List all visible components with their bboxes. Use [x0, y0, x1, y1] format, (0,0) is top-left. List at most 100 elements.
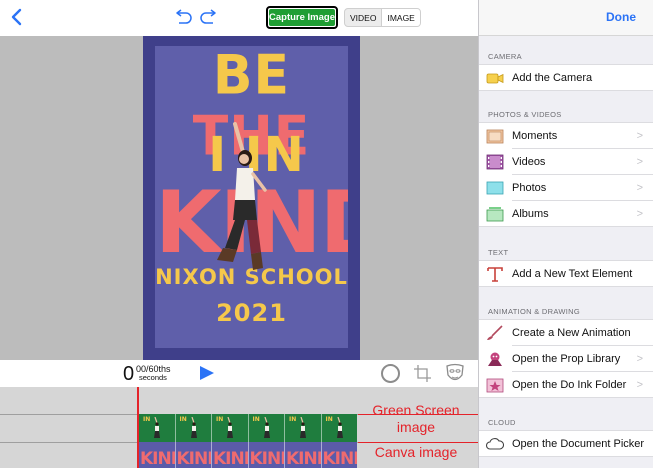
prop-library-item[interactable]: Open the Prop Library >: [479, 346, 653, 372]
mode-video-option[interactable]: VIDEO: [345, 9, 381, 26]
canva-track-frame: KIND: [249, 442, 285, 468]
frame-person: [227, 417, 233, 438]
chevron-right-icon: >: [636, 156, 643, 168]
text-icon: [487, 267, 503, 282]
brush-icon: [487, 325, 503, 340]
redo-button[interactable]: [198, 5, 220, 29]
moments-icon: [486, 129, 504, 144]
playhead[interactable]: [137, 387, 139, 468]
folder-icon: [486, 378, 504, 393]
canva-track-frame: KIND: [176, 442, 212, 468]
time-unit: seconds: [139, 373, 167, 382]
new-animation-label: Create a New Animation: [512, 327, 631, 339]
section-title-photos-videos: PHOTOS & VIDEOS: [488, 110, 562, 119]
moments-label: Moments: [512, 130, 558, 142]
canva-annotation-underline: [358, 442, 478, 443]
timeline[interactable]: IN IN IN IN IN IN KIND KIND KIND KIND KI…: [0, 387, 478, 468]
photos-item[interactable]: Photos >: [479, 175, 653, 201]
albums-item[interactable]: Albums >: [479, 201, 653, 227]
frame-text: KIND: [213, 449, 248, 468]
frame-text: KIND: [176, 449, 212, 468]
frame-person: [190, 417, 197, 438]
poster-line-5: 2021: [216, 299, 287, 327]
do-ink-folder-item[interactable]: Open the Do Ink Folder >: [479, 372, 653, 398]
mode-toggle: VIDEO IMAGE: [344, 8, 421, 27]
section-title-animation: ANIMATION & DRAWING: [488, 307, 580, 316]
frame-text: KIND: [249, 449, 285, 468]
green-screen-annotation-line1: Green Screen: [372, 402, 460, 418]
videos-label: Videos: [512, 156, 546, 168]
frame-counter: 0: [123, 363, 135, 385]
green-screen-track[interactable]: IN IN IN IN IN IN: [139, 414, 357, 442]
capture-image-button[interactable]: Capture Image: [266, 6, 338, 29]
poster-image: BE THE I IN KIND NIXON SCHOOL 2021: [143, 36, 360, 360]
playback-bar: 0 00/60ths seconds: [0, 360, 478, 387]
frame-text: IN: [216, 416, 224, 423]
circle-tool-icon[interactable]: [381, 364, 400, 383]
crop-icon[interactable]: [413, 364, 432, 383]
chevron-right-icon: >: [636, 353, 643, 365]
canva-track-frame: KIND: [322, 442, 358, 468]
poster-inner: BE THE I IN KIND NIXON SCHOOL 2021: [155, 46, 348, 348]
frame-text: KIND: [140, 449, 175, 468]
mask-icon[interactable]: [445, 363, 465, 384]
done-button[interactable]: Done: [606, 10, 636, 24]
videos-item[interactable]: Videos >: [479, 149, 653, 175]
add-text-item[interactable]: Add a New Text Element: [479, 261, 653, 287]
preview-canvas[interactable]: BE THE I IN KIND NIXON SCHOOL 2021: [0, 36, 478, 360]
redo-icon: [200, 9, 216, 24]
undo-button[interactable]: [172, 5, 194, 29]
undo-icon: [176, 9, 192, 24]
chevron-right-icon: >: [636, 379, 643, 391]
mode-image-option[interactable]: IMAGE: [381, 9, 420, 26]
green-track-frame: IN: [176, 414, 212, 442]
add-text-label: Add a New Text Element: [512, 268, 633, 280]
chevron-right-icon: >: [636, 130, 643, 142]
row-divider: [479, 456, 653, 457]
photos-icon: [486, 181, 504, 195]
canva-image-track[interactable]: KIND KIND KIND KIND KIND KIND: [139, 442, 357, 468]
photos-label: Photos: [512, 182, 547, 194]
poster-word-be: BE: [212, 46, 291, 108]
camera-icon: [486, 73, 504, 84]
chevron-right-icon: >: [636, 182, 643, 194]
section-title-text: TEXT: [488, 248, 509, 257]
chevron-left-icon: [11, 8, 22, 26]
editor-area: Capture Image VIDEO IMAGE BE THE I IN KI…: [0, 0, 478, 468]
canva-track-frame: KIND: [285, 442, 322, 468]
add-camera-label: Add the Camera: [512, 72, 593, 84]
canva-track-frame: KIND: [212, 442, 249, 468]
green-track-frame: IN: [212, 414, 249, 442]
frame-text: KIND: [286, 449, 321, 468]
frame-text: IN: [252, 416, 260, 423]
frame-text: KIND: [322, 449, 358, 468]
green-annotation-underline: [358, 414, 478, 415]
frame-person: [336, 417, 343, 438]
row-divider: [479, 397, 653, 398]
green-screen-annotation-line2: image: [396, 419, 436, 435]
row-divider: [479, 90, 653, 91]
play-icon[interactable]: [199, 365, 215, 381]
canva-image-annotation: Canva image: [374, 444, 458, 460]
canva-track-frame: KIND: [139, 442, 176, 468]
cloud-icon: [486, 438, 504, 450]
new-animation-item[interactable]: Create a New Animation: [479, 320, 653, 346]
prop-icon: [488, 352, 502, 366]
add-camera-item[interactable]: Add the Camera: [479, 65, 653, 91]
do-ink-folder-label: Open the Do Ink Folder: [512, 379, 627, 391]
section-title-camera: CAMERA: [488, 52, 522, 61]
film-icon: [486, 154, 504, 170]
chevron-right-icon: >: [636, 208, 643, 220]
frame-person: [263, 417, 270, 438]
moments-item[interactable]: Moments >: [479, 123, 653, 149]
insert-panel: Done CAMERA Add the Camera PHOTOS & VIDE…: [478, 0, 653, 468]
green-track-frame: IN: [322, 414, 358, 442]
back-button[interactable]: [4, 4, 30, 30]
green-track-frame: IN: [139, 414, 176, 442]
row-divider: [479, 286, 653, 287]
row-divider: [479, 226, 653, 227]
prop-library-label: Open the Prop Library: [512, 353, 621, 365]
frame-person: [300, 417, 306, 438]
document-picker-item[interactable]: Open the Document Picker: [479, 431, 653, 457]
panel-header: Done: [479, 0, 653, 36]
